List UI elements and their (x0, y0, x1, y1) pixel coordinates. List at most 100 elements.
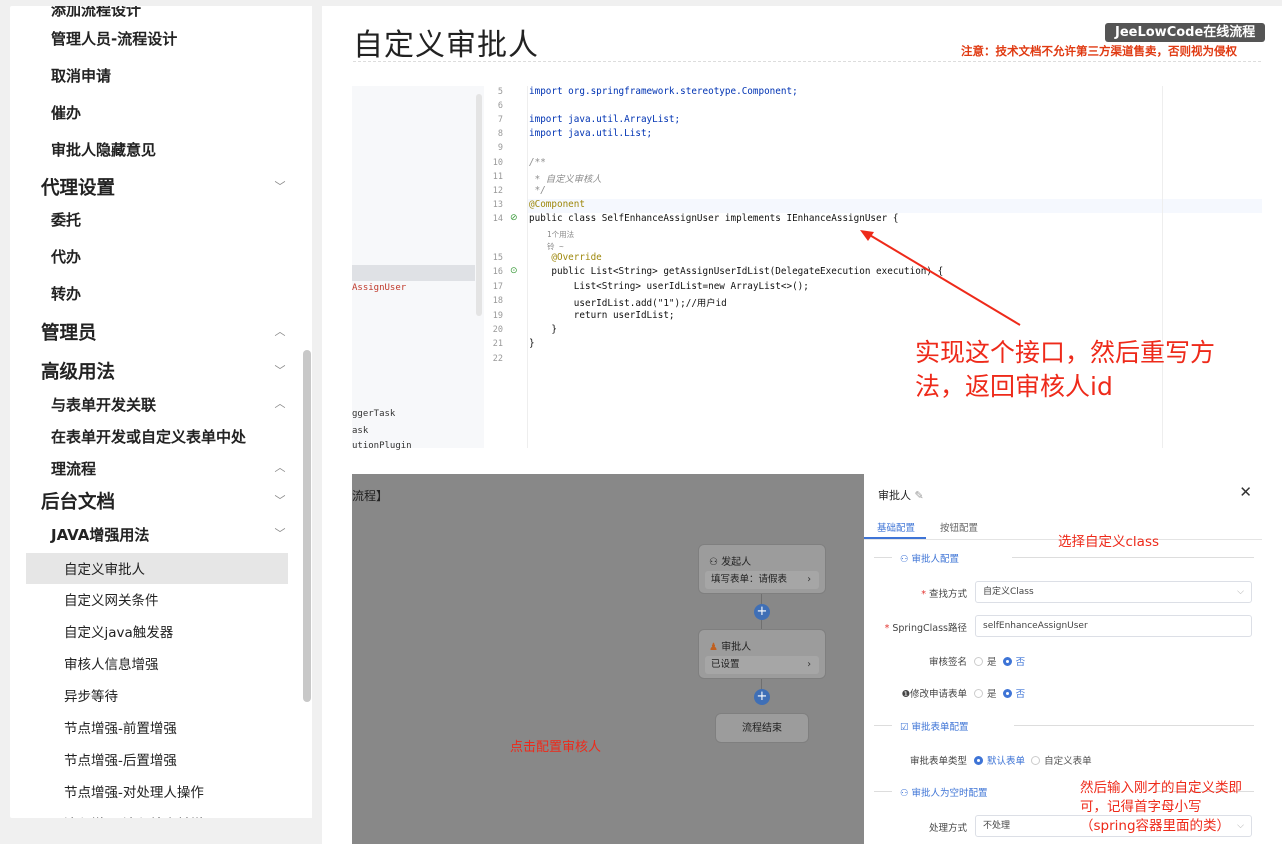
code-line: } (529, 338, 535, 349)
click-note: 点击配置审核人 (510, 740, 602, 755)
start-node[interactable]: ⚇ 发起人 填写表单：请假表 › (698, 544, 826, 594)
chevron-up-icon[interactable]: ︿ (274, 398, 286, 410)
sidebar-item[interactable]: 节点增强-后置增强 (10, 744, 304, 774)
chevron-down-icon[interactable]: ﹀ (274, 495, 286, 507)
sidebar-item-label: 取消申请 (51, 67, 112, 85)
sidebar-item[interactable]: 代办 (10, 241, 304, 271)
line-number: 6 (497, 101, 503, 111)
code-line: import java.util.ArrayList; (529, 114, 681, 125)
sidebar-item[interactable]: 自定义审批人 (26, 553, 288, 584)
sidebar-item[interactable]: 审批人隐藏意见 (10, 134, 304, 164)
add-node-button[interactable]: + (754, 604, 770, 620)
code-line: /** (529, 157, 546, 168)
project-item: utionPlugin (352, 441, 412, 451)
flow-title: 流程】 (352, 489, 389, 503)
code-line: public class SelfEnhanceAssignUser imple… (529, 213, 899, 224)
sidebar-item[interactable]: 取消申请 (10, 60, 304, 90)
chevron-down-icon: ⌵ (1237, 821, 1244, 831)
end-node[interactable]: 流程结束 (715, 713, 809, 743)
radio-default[interactable] (974, 756, 983, 765)
code-line: @Component (529, 199, 585, 210)
sidebar-item[interactable]: JAVA增强用法 ﹀ (10, 519, 304, 549)
code-line: 铃 ~ (529, 242, 564, 251)
sidebar-item[interactable]: 自定义java触发器 (10, 616, 304, 646)
sidebar-item[interactable]: 委托 (10, 204, 304, 234)
sidebar-item-label: 代理设置 (41, 178, 116, 199)
project-selected-row (352, 265, 475, 281)
sidebar-item[interactable]: 节点增强-对处理人操作 (10, 776, 304, 806)
radio-yes[interactable] (974, 689, 983, 698)
code-screenshot: AssignUser ggerTask ask utionPlugin ⊘ ⊙ … (352, 86, 1262, 451)
sidebar-item[interactable]: 代理设置 ﹀ (10, 172, 304, 202)
add-node-button[interactable]: + (754, 689, 770, 705)
info-icon: ❶ (901, 689, 910, 700)
radio-no[interactable] (1002, 689, 1012, 698)
tab-buttons[interactable]: 按钮配置 (940, 520, 978, 534)
sidebar-item[interactable]: 转办 (10, 278, 304, 308)
sidebar-item[interactable]: 后台文档 ﹀ (10, 486, 304, 516)
chevron-up-icon[interactable]: ︿ (274, 326, 286, 338)
current-line-highlight (484, 199, 1262, 213)
sidebar-item[interactable]: 流程增强-流程结束前增强 (10, 808, 304, 818)
code-line: } (529, 324, 557, 335)
find-select[interactable]: 自定义Class ⌵ (975, 581, 1252, 603)
site-badge: JeeLowCode在线流程 (1105, 23, 1266, 42)
class-label: * SpringClass路径 (884, 623, 967, 634)
approver-node[interactable]: ♟ 审批人 已设置 › (698, 629, 826, 679)
sidebar-item[interactable]: 自定义网关条件 (10, 584, 304, 614)
chevron-up-icon[interactable]: ︿ (274, 462, 286, 474)
sidebar-item[interactable]: 节点增强-前置增强 (10, 712, 304, 742)
project-scrollbar (476, 94, 482, 316)
edit-icon[interactable]: ✎ (915, 489, 924, 502)
sidebar-item[interactable]: 异步等待 (10, 680, 304, 710)
form-type-radio-group[interactable]: 默认表单 自定义表单 (974, 753, 1092, 767)
line-number: 19 (492, 311, 503, 321)
sidebar-item-label: 添加流程设计 (51, 6, 142, 19)
sidebar-item-label: 自定义网关条件 (64, 593, 159, 609)
sidebar-item[interactable]: 催办 (10, 97, 304, 127)
radio-no[interactable] (1002, 657, 1012, 666)
sidebar-item[interactable]: 理流程 ︿ (10, 453, 304, 483)
section-title: 审批人配置 (911, 554, 960, 565)
page-title: 自定义审批人 (353, 28, 539, 63)
chevron-down-icon[interactable]: ﹀ (274, 528, 286, 540)
sidebar-item[interactable]: 审核人信息增强 (10, 648, 304, 678)
input-note-line2: 可，记得首字母小写 (1080, 799, 1202, 815)
radio-custom[interactable] (1031, 756, 1041, 765)
line-number: 20 (492, 325, 503, 335)
chevron-down-icon[interactable]: ﹀ (274, 181, 286, 193)
sign-radio-group[interactable]: 是 否 (974, 654, 1025, 668)
edit-radio-group[interactable]: 是 否 (974, 686, 1025, 700)
handle-label: 处理方式 (928, 823, 967, 834)
sign-label: 审核签名 (928, 657, 967, 668)
override-icon: ⊙ (510, 266, 518, 276)
sidebar-item[interactable]: 管理人员-流程设计 (10, 23, 304, 53)
code-line: return userIdList; (529, 310, 675, 321)
class-input[interactable]: selfEnhanceAssignUser (975, 615, 1252, 637)
drawer-title: 审批人 ✎ (878, 489, 924, 502)
sidebar-item-label: 与表单开发关联 (51, 396, 157, 414)
sidebar-item-label: 自定义审批人 (64, 562, 145, 578)
code-line: List<String> userIdList=new ArrayList<>(… (529, 281, 809, 292)
line-number: 11 (492, 172, 503, 182)
start-node-head: ⚇ 发起人 (709, 553, 751, 568)
chevron-right-icon: › (807, 574, 811, 585)
sidebar-item-label: 异步等待 (64, 689, 118, 705)
tab-basic[interactable]: 基础配置 (877, 520, 915, 534)
sidebar-item[interactable]: 在表单开发或自定义表单中处 (10, 421, 304, 451)
radio-yes[interactable] (974, 657, 983, 666)
input-note-line3: （spring容器里面的类） (1080, 818, 1231, 834)
line-number: 14 (492, 214, 503, 224)
sidebar-item[interactable]: 高级用法 ﹀ (10, 356, 304, 386)
sidebar-item[interactable]: 与表单开发关联 ︿ (10, 389, 304, 419)
chevron-right-icon: › (807, 659, 811, 670)
close-icon[interactable]: ✕ (1239, 483, 1252, 501)
sidebar-item[interactable]: 添加流程设计 (10, 6, 304, 24)
code-annotation-line2: 法，返回审核人id (915, 372, 1113, 401)
sidebar-item[interactable]: 管理员 ︿ (10, 317, 304, 347)
sidebar-item-label: 管理员 (41, 323, 97, 344)
code-line: userIdList.add("1");//用户id (529, 298, 727, 309)
chevron-down-icon[interactable]: ﹀ (274, 365, 286, 377)
sidebar-scrollbar-thumb[interactable] (303, 350, 311, 702)
sidebar-item-label: JAVA增强用法 (51, 526, 150, 544)
